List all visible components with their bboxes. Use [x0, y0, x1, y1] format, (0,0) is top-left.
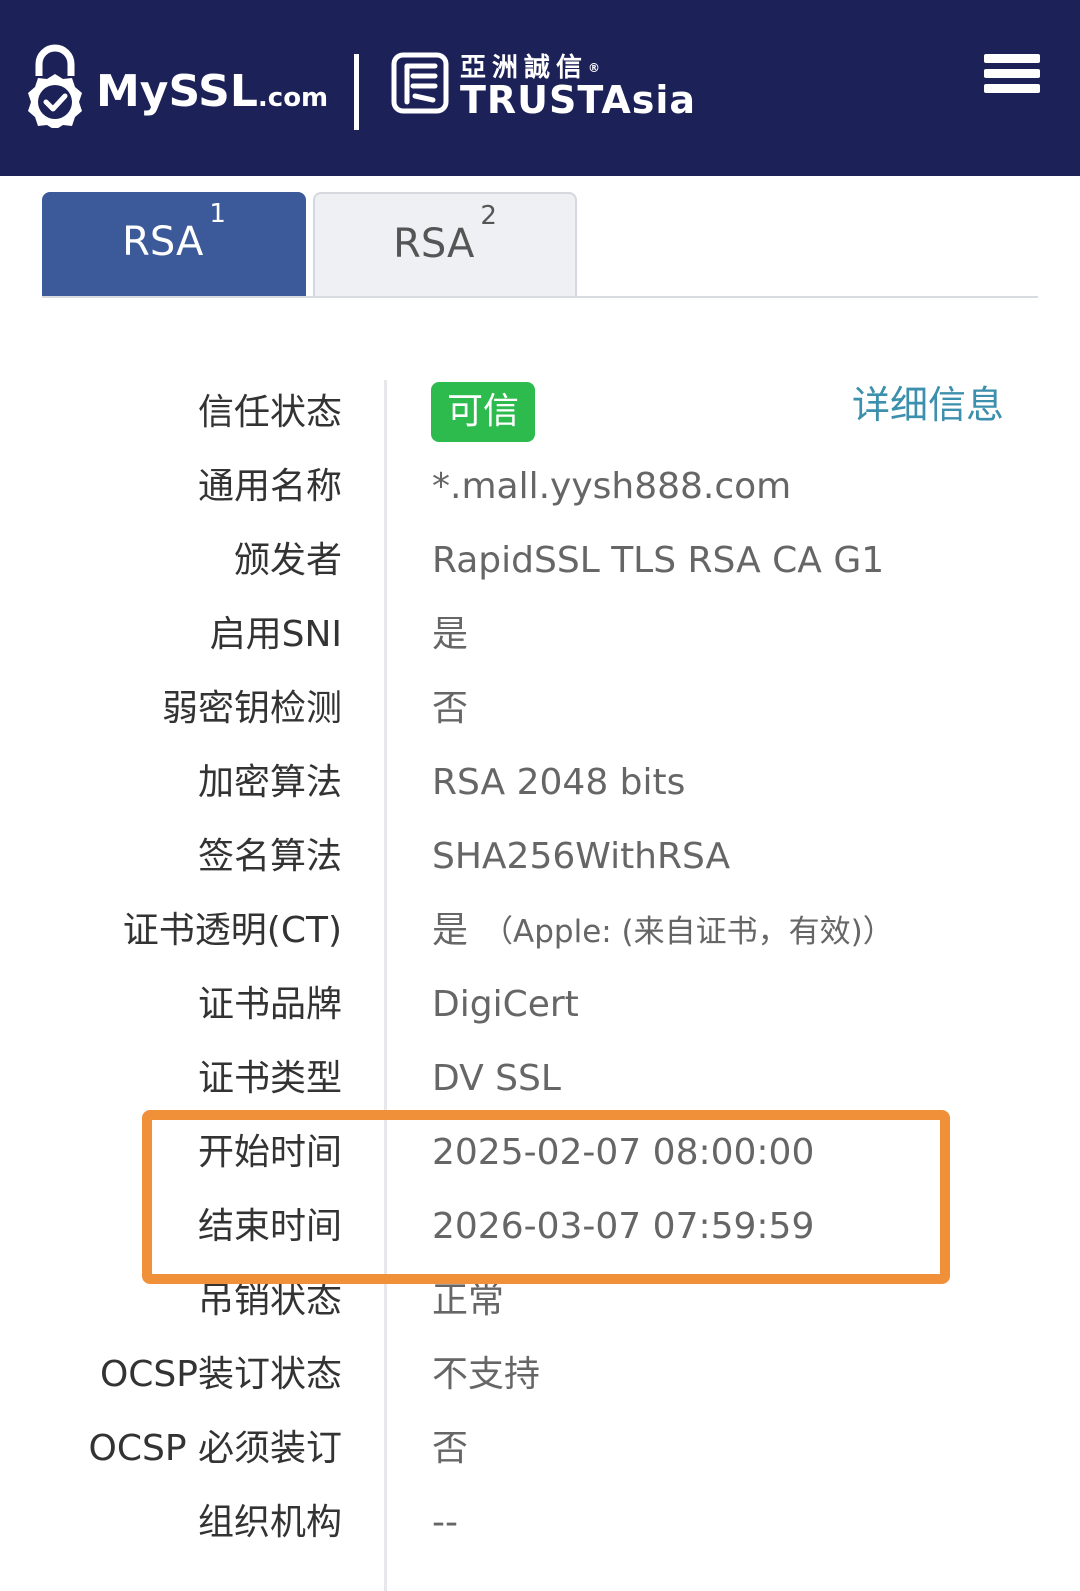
- ct-value: 是: [432, 910, 469, 951]
- row-value: DV SSL: [432, 1058, 561, 1099]
- top-header: MySSL.com 亞洲誠信® TRUSTAsia: [0, 0, 1080, 176]
- row-cert-type: 证书类型 DV SSL: [0, 1042, 1080, 1116]
- row-encryption: 加密算法 RSA 2048 bits: [0, 746, 1080, 820]
- row-revocation: 吊销状态 正常: [0, 1264, 1080, 1338]
- row-brand: 证书品牌 DigiCert: [0, 968, 1080, 1042]
- row-signature: 签名算法 SHA256WithRSA: [0, 820, 1080, 894]
- row-value: 正常: [432, 1280, 505, 1321]
- row-label: 组织机构: [197, 1502, 342, 1543]
- ct-note: （Apple: (来自证书，有效)）: [482, 914, 894, 950]
- row-value: SHA256WithRSA: [432, 836, 731, 877]
- tab-rsa-2-label: RSA: [393, 221, 475, 267]
- row-label: 通用名称: [197, 466, 342, 507]
- row-value: 是 （Apple: (来自证书，有效)）: [432, 894, 894, 969]
- trustasia-en-name: TRUSTAsia: [460, 78, 697, 122]
- row-start-time: 开始时间 2025-02-07 08:00:00: [0, 1116, 1080, 1190]
- row-label: 信任状态: [197, 392, 342, 433]
- trustasia-emblem-icon: [391, 52, 449, 114]
- row-label: 证书品牌: [197, 984, 342, 1025]
- cert-tabs: RSA1 RSA2: [42, 192, 1038, 298]
- tab-rsa-1-index: 1: [209, 199, 226, 229]
- row-ocsp-must-staple: OCSP 必须装订 否: [0, 1412, 1080, 1486]
- myssl-logo-main: MySSL: [96, 66, 258, 117]
- row-common-name: 通用名称 *.mall.yysh888.com: [0, 450, 1080, 524]
- row-value: --: [432, 1502, 458, 1543]
- row-label: 结束时间: [197, 1206, 342, 1247]
- tabs-underline: [42, 296, 1038, 298]
- tab-rsa-2-index: 2: [480, 201, 497, 231]
- row-label: 启用SNI: [209, 614, 342, 655]
- tab-rsa-1[interactable]: RSA1: [42, 192, 306, 296]
- row-value: 是: [432, 614, 469, 655]
- row-label: 吊销状态: [197, 1280, 342, 1321]
- tab-rsa-2[interactable]: RSA2: [313, 192, 577, 296]
- lock-check-icon: [28, 44, 82, 128]
- row-organization: 组织机构 --: [0, 1486, 1080, 1560]
- row-trust-status: 信任状态 可信 详细信息: [0, 376, 1080, 450]
- row-value: 否: [432, 1428, 469, 1469]
- row-label: 弱密钥检测: [161, 688, 342, 729]
- row-issuer: 颁发者 RapidSSL TLS RSA CA G1: [0, 524, 1080, 598]
- myssl-logo[interactable]: MySSL.com: [96, 64, 328, 126]
- row-label: OCSP 必须装订: [88, 1428, 342, 1469]
- hamburger-menu-icon[interactable]: [984, 54, 1040, 108]
- row-value: DigiCert: [432, 984, 579, 1025]
- row-label: 颁发者: [233, 540, 342, 581]
- row-value: 不支持: [432, 1354, 541, 1395]
- registered-mark: ®: [588, 61, 601, 75]
- row-label: OCSP装订状态: [99, 1354, 342, 1395]
- trust-status-badge: 可信: [431, 382, 536, 442]
- row-end-time: 结束时间 2026-03-07 07:59:59: [0, 1190, 1080, 1264]
- row-value: 2026-03-07 07:59:59: [432, 1206, 815, 1247]
- row-label: 签名算法: [197, 836, 342, 877]
- row-ocsp-stapling: OCSP装订状态 不支持: [0, 1338, 1080, 1412]
- row-value: 否: [432, 688, 469, 729]
- header-divider: [354, 54, 359, 130]
- detail-info-link[interactable]: 详细信息: [852, 368, 1004, 442]
- row-label: 证书透明(CT): [122, 910, 342, 951]
- row-label: 开始时间: [197, 1132, 342, 1173]
- row-ct: 证书透明(CT) 是 （Apple: (来自证书，有效)）: [0, 894, 1080, 968]
- row-value: 2025-02-07 08:00:00: [432, 1132, 815, 1173]
- tab-rsa-1-label: RSA: [122, 219, 204, 265]
- row-sni: 启用SNI 是: [0, 598, 1080, 672]
- myssl-logo-suffix: .com: [257, 83, 329, 113]
- row-label: 证书类型: [197, 1058, 342, 1099]
- row-label: 加密算法: [197, 762, 342, 803]
- row-weak-key: 弱密钥检测 否: [0, 672, 1080, 746]
- row-value: RapidSSL TLS RSA CA G1: [432, 540, 885, 581]
- row-value: *.mall.yysh888.com: [432, 466, 792, 507]
- row-value: RSA 2048 bits: [432, 762, 686, 803]
